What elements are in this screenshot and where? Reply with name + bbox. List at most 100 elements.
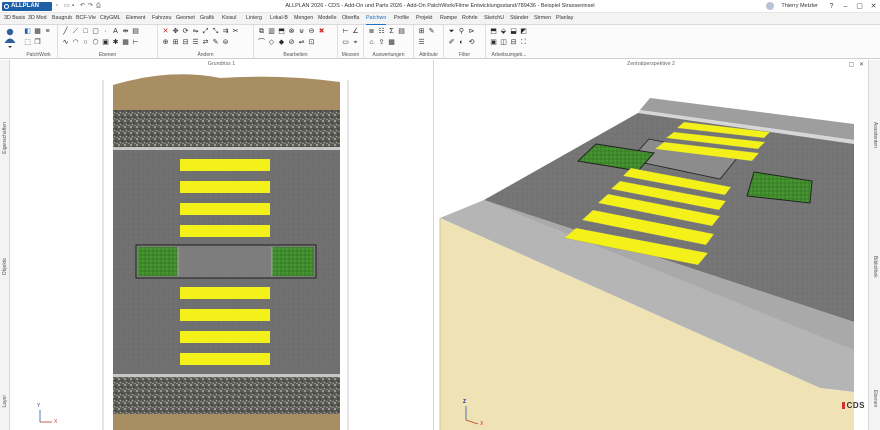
hatch-icon[interactable]: ▤: [132, 28, 139, 35]
rotate-icon[interactable]: ⟳: [182, 28, 189, 35]
tab-bcf-vie[interactable]: BCF-Vie: [76, 15, 96, 25]
close-icon[interactable]: ✕: [869, 2, 878, 11]
grid-small-icon[interactable]: ▦: [122, 39, 129, 46]
full-screen-icon[interactable]: ⛶: [520, 39, 527, 46]
panel-tab-assistants[interactable]: Assistenten: [872, 122, 878, 148]
tab-fahrzeu[interactable]: Fahrzeu: [152, 15, 171, 25]
user-role-icon[interactable]: [3, 27, 17, 49]
panel-tab-objects[interactable]: Objekte: [2, 258, 8, 275]
split-icon[interactable]: ⊟: [182, 39, 189, 46]
subtract-icon[interactable]: ⊖: [308, 28, 315, 35]
rectangle-icon[interactable]: □: [82, 28, 89, 35]
tab-sketchu[interactable]: SketchU: [484, 15, 504, 25]
join-icon[interactable]: ⊞: [172, 39, 179, 46]
quantity-icon[interactable]: Σ: [388, 28, 395, 35]
tab-strmen[interactable]: Strmen: [534, 15, 551, 25]
attribute-edit-icon[interactable]: ✎: [428, 28, 435, 35]
user-name[interactable]: Thierry Metzler: [781, 3, 818, 9]
grid-icon[interactable]: ▦: [34, 28, 41, 35]
layout-icon[interactable]: ⊟: [510, 39, 517, 46]
surface-icon[interactable]: ◇: [268, 39, 275, 46]
tab-oberfla[interactable]: Oberfla: [342, 15, 359, 25]
spline-icon[interactable]: ∿: [62, 39, 69, 46]
panel-tab-layer[interactable]: Layer: [2, 395, 8, 408]
move-icon[interactable]: ✥: [172, 28, 179, 35]
scale-icon[interactable]: ⤡: [212, 28, 219, 35]
perspective-viewport[interactable]: Zentralperspektive 2 ▢ ✕ Z X: [434, 60, 868, 430]
point-icon[interactable]: ·: [102, 28, 109, 35]
filter-pen-icon[interactable]: ✐: [448, 39, 455, 46]
export-icon[interactable]: ⇪: [378, 39, 385, 46]
tab-3d-basis[interactable]: 3D Basis: [4, 15, 25, 25]
split-window-icon[interactable]: ◫: [500, 39, 507, 46]
circle-icon[interactable]: ○: [82, 39, 89, 46]
offset-icon[interactable]: ⇉: [222, 28, 229, 35]
fill-icon[interactable]: ▣: [102, 39, 109, 46]
modify-point-icon[interactable]: ⊕: [162, 39, 169, 46]
panel-tab-layers[interactable]: Ebenen: [872, 390, 878, 407]
help-icon[interactable]: ?: [827, 2, 836, 11]
tab-geomet[interactable]: Geomet: [176, 15, 195, 25]
tab-mengen[interactable]: Mengen: [294, 15, 313, 25]
dimension-icon[interactable]: ⇹: [122, 28, 129, 35]
filter-element-icon[interactable]: ⊳: [468, 28, 475, 35]
filter-color-icon[interactable]: ◐: [458, 39, 465, 46]
trim-icon[interactable]: ✂: [232, 28, 239, 35]
tab-rohrle[interactable]: Rohrle: [462, 15, 478, 25]
maximize-icon[interactable]: ▢: [855, 2, 864, 11]
convert-icon[interactable]: ⇌: [298, 39, 305, 46]
copy-along-icon[interactable]: ⧉: [258, 28, 265, 35]
solid-icon[interactable]: ◆: [278, 39, 285, 46]
match-icon[interactable]: ⊜: [222, 39, 229, 46]
patchwork-icon[interactable]: ◧: [24, 28, 31, 35]
transfer-icon[interactable]: ⇄: [202, 39, 209, 46]
text-icon[interactable]: A: [112, 28, 119, 35]
table-icon[interactable]: ▦: [388, 39, 395, 46]
tab-projekt[interactable]: Projekt: [416, 15, 433, 25]
tab-grafik[interactable]: Grafik: [200, 15, 214, 25]
filter-icon[interactable]: ⏷: [448, 28, 455, 35]
stretch-icon[interactable]: ⤢: [202, 28, 209, 35]
mirror-icon[interactable]: ⇋: [192, 28, 199, 35]
measure-area-icon[interactable]: ▭: [342, 39, 349, 46]
arc-icon[interactable]: ◠: [72, 39, 79, 46]
tab-lokal-b[interactable]: Lokal-B: [270, 15, 288, 25]
panel-tab-library[interactable]: Bibliothek: [872, 256, 878, 278]
view-front-icon[interactable]: ⬓: [510, 28, 517, 35]
tab-3d-mod[interactable]: 3D Mod: [28, 15, 47, 25]
group-icon[interactable]: ⊡: [308, 39, 315, 46]
array-icon[interactable]: ▥: [268, 28, 275, 35]
filter-reset-icon[interactable]: ⟲: [468, 39, 475, 46]
measure-angle-icon[interactable]: ∠: [352, 28, 359, 35]
view-persp-icon[interactable]: ◩: [520, 28, 527, 35]
attribute-icon[interactable]: ⊞: [418, 28, 425, 35]
filter-layer-icon[interactable]: ⚲: [458, 28, 465, 35]
profile-icon[interactable]: ⌒: [258, 39, 265, 46]
square-icon[interactable]: ▢: [92, 28, 99, 35]
view-iso-icon[interactable]: ⬙: [500, 28, 507, 35]
tab-citygml[interactable]: CityGML: [100, 15, 121, 25]
report-icon[interactable]: ≣: [368, 28, 375, 35]
tab-element[interactable]: Element: [126, 15, 145, 25]
intersect-icon[interactable]: ⊗: [288, 28, 295, 35]
window-icon[interactable]: ▣: [490, 39, 497, 46]
panel-tab-properties[interactable]: Eigenschaften: [2, 122, 8, 154]
remove-icon[interactable]: ✖: [318, 28, 325, 35]
label-icon[interactable]: ⌂: [368, 39, 375, 46]
user-avatar-icon[interactable]: [766, 2, 774, 10]
section-icon[interactable]: ⊘: [288, 39, 295, 46]
edit-icon[interactable]: ✎: [212, 39, 219, 46]
tab-profile[interactable]: Profile: [394, 15, 409, 25]
tab-baugrub[interactable]: Baugrub: [52, 15, 72, 25]
list-icon[interactable]: ☷: [378, 28, 385, 35]
legend-icon[interactable]: ▤: [398, 28, 405, 35]
polygon-icon[interactable]: ⬡: [92, 39, 99, 46]
tab-modelle[interactable]: Modelle: [318, 15, 337, 25]
tab-planlay[interactable]: Planlay: [556, 15, 573, 25]
view-top-icon[interactable]: ⬒: [490, 28, 497, 35]
extrude-icon[interactable]: ⬒: [278, 28, 285, 35]
tab-kiosul[interactable]: Kiosul: [222, 15, 236, 25]
polyline-icon[interactable]: ⟋: [72, 28, 79, 35]
copy-icon[interactable]: ❐: [34, 39, 41, 46]
delete-icon[interactable]: ✕: [162, 28, 169, 35]
